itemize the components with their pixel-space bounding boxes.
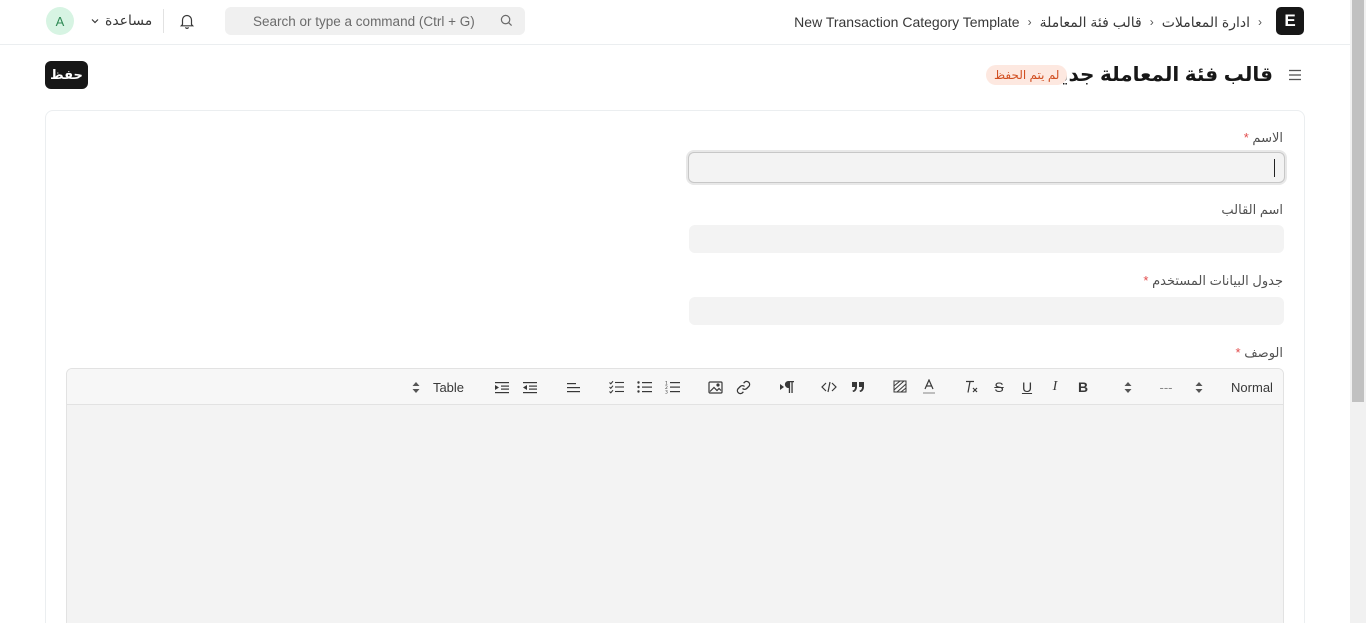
link-icon[interactable]	[732, 369, 754, 405]
code-block-icon[interactable]	[818, 369, 840, 405]
required-mark: *	[1243, 130, 1249, 145]
editor-toolbar: Normal --- B I U S 1 2 3 Table	[67, 369, 1283, 405]
text-caret	[1274, 159, 1275, 177]
required-mark: *	[1143, 273, 1149, 288]
scrollbar-thumb[interactable]	[1352, 0, 1364, 402]
doctype-label-text: جدول البيانات المستخدم	[1152, 273, 1283, 288]
italic-icon[interactable]: I	[1045, 369, 1065, 405]
description-label-text: الوصف	[1244, 345, 1283, 360]
strikethrough-icon[interactable]: S	[989, 369, 1009, 405]
updown-icon	[1124, 381, 1132, 393]
doctype-field[interactable]	[689, 297, 1284, 325]
navbar: E › ادارة المعاملات › قالب فئة المعاملة …	[0, 0, 1350, 45]
updown-icon	[412, 381, 420, 393]
search-input[interactable]: Search or type a command (Ctrl + G)	[225, 7, 525, 35]
name-label-text: الاسم	[1252, 130, 1283, 145]
save-button[interactable]: حفظ	[45, 61, 88, 89]
table-label: Table	[432, 379, 465, 395]
notification-bell-icon[interactable]	[178, 12, 196, 30]
font-color-icon[interactable]	[918, 369, 940, 405]
check-list-icon[interactable]	[605, 369, 627, 405]
page-scrollbar[interactable]	[1350, 0, 1366, 623]
template-name-label-text: اسم القالب	[1221, 202, 1283, 217]
app-logo[interactable]: E	[1276, 7, 1304, 35]
svg-text:3: 3	[665, 390, 668, 395]
search-placeholder: Search or type a command (Ctrl + G)	[253, 13, 475, 29]
updown-icon	[1195, 381, 1203, 393]
breadcrumb-item-category-template[interactable]: قالب فئة المعاملة	[1040, 14, 1142, 31]
page-title: قالب فئة المعاملة جديد	[1049, 64, 1273, 86]
breadcrumb-separator: ›	[1027, 15, 1032, 29]
clear-format-icon[interactable]	[960, 369, 982, 405]
help-dropdown[interactable]: مساعدة	[90, 12, 152, 29]
required-mark: *	[1235, 345, 1241, 360]
table-select[interactable]: Table	[409, 369, 467, 405]
breadcrumb: › ادارة المعاملات › قالب فئة المعاملة › …	[794, 0, 1262, 44]
indent-icon[interactable]	[491, 369, 513, 405]
template-name-field[interactable]	[689, 225, 1284, 253]
breadcrumb-separator: ›	[1258, 15, 1262, 29]
editor-content-area[interactable]	[67, 405, 1283, 623]
chevron-down-icon	[90, 13, 100, 29]
description-editor: Normal --- B I U S 1 2 3 Table	[66, 368, 1284, 623]
paragraph-style-label: Normal	[1231, 379, 1273, 395]
template-name-label: اسم القالب	[1221, 202, 1283, 218]
image-icon[interactable]	[704, 369, 726, 405]
search-icon	[500, 14, 513, 30]
bullet-list-icon[interactable]	[633, 369, 655, 405]
sidebar-toggle-icon[interactable]	[1287, 67, 1303, 83]
blockquote-icon[interactable]	[847, 369, 869, 405]
outdent-icon[interactable]	[519, 369, 541, 405]
help-label: مساعدة	[105, 12, 153, 28]
paragraph-direction-icon[interactable]	[775, 369, 799, 405]
name-label: الاسم *	[1244, 130, 1283, 146]
font-size-select[interactable]: ---	[1117, 369, 1179, 405]
underline-icon[interactable]: U	[1017, 369, 1037, 405]
ordered-list-icon[interactable]: 123	[661, 369, 683, 405]
breadcrumb-item-new[interactable]: New Transaction Category Template	[794, 14, 1019, 30]
font-size-label: ---	[1159, 379, 1173, 395]
navbar-divider	[163, 9, 164, 33]
name-field[interactable]	[688, 152, 1285, 183]
avatar[interactable]: A	[46, 7, 74, 35]
doctype-label: جدول البيانات المستخدم *	[1143, 273, 1283, 289]
align-icon[interactable]	[562, 369, 584, 405]
status-badge: لم يتم الحفظ	[986, 65, 1068, 85]
breadcrumb-item-transactions[interactable]: ادارة المعاملات	[1162, 14, 1250, 31]
paragraph-style-select[interactable]: Normal	[1189, 369, 1279, 405]
description-label: الوصف *	[1236, 345, 1283, 361]
breadcrumb-separator: ›	[1149, 15, 1154, 29]
bold-icon[interactable]: B	[1073, 369, 1093, 405]
background-color-icon[interactable]	[889, 369, 911, 405]
